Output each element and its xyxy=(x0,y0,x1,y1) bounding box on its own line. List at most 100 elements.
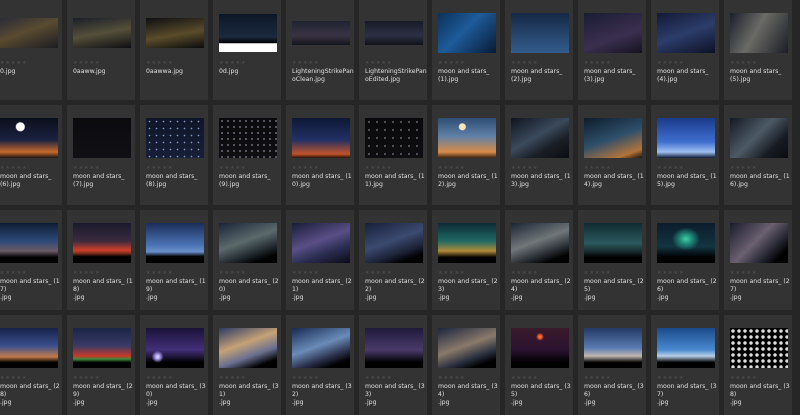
thumbnail-tile[interactable]: ★★★★★ moon and stars_ (19) .jpg xyxy=(140,210,208,310)
star-rating[interactable]: ★★★★★ xyxy=(584,375,611,381)
star-icon[interactable]: ★ xyxy=(679,165,684,171)
star-icon[interactable]: ★ xyxy=(533,270,538,276)
star-icon[interactable]: ★ xyxy=(95,270,100,276)
star-icon[interactable]: ★ xyxy=(241,165,246,171)
star-rating[interactable]: ★★★★★ xyxy=(292,165,319,171)
thumbnail-tile[interactable]: ★★★★★ moon and stars_ (8).jpg xyxy=(140,105,208,205)
thumbnail-tile[interactable]: ★★★★★ moon and stars_ (10).jpg xyxy=(286,105,354,205)
star-rating[interactable]: ★★★★★ xyxy=(219,60,246,66)
thumbnail-tile[interactable]: ★★★★★ moon and stars_ (35) .jpg xyxy=(505,315,573,415)
star-icon[interactable]: ★ xyxy=(22,270,27,276)
star-rating[interactable]: ★★★★★ xyxy=(219,270,246,276)
star-rating[interactable]: ★★★★★ xyxy=(657,165,684,171)
star-rating[interactable]: ★★★★★ xyxy=(438,270,465,276)
thumbnail-tile[interactable]: ★★★★★ moon and stars_ (17) .jpg xyxy=(0,210,62,310)
star-rating[interactable]: ★★★★★ xyxy=(511,375,538,381)
thumbnail-tile[interactable]: ★★★★★ moon and stars_ (18) .jpg xyxy=(67,210,135,310)
star-icon[interactable]: ★ xyxy=(460,165,465,171)
star-rating[interactable]: ★★★★★ xyxy=(73,60,100,66)
thumbnail-tile[interactable]: ★★★★★ moon and stars_ (15).jpg xyxy=(651,105,719,205)
star-rating[interactable]: ★★★★★ xyxy=(511,270,538,276)
star-icon[interactable]: ★ xyxy=(241,375,246,381)
star-rating[interactable]: ★★★★★ xyxy=(730,375,757,381)
star-rating[interactable]: ★★★★★ xyxy=(365,270,392,276)
star-rating[interactable]: ★★★★★ xyxy=(657,270,684,276)
star-icon[interactable]: ★ xyxy=(387,165,392,171)
star-icon[interactable]: ★ xyxy=(168,375,173,381)
thumbnail-tile[interactable]: ★★★★★ moon and stars_ (1).jpg xyxy=(432,0,500,100)
star-rating[interactable]: ★★★★★ xyxy=(657,60,684,66)
star-icon[interactable]: ★ xyxy=(679,375,684,381)
thumbnail-tile[interactable]: ★★★★★ moon and stars_ (14).jpg xyxy=(578,105,646,205)
thumbnail-tile[interactable]: ★★★★★ moon and stars_ (34) .jpg xyxy=(432,315,500,415)
star-icon[interactable]: ★ xyxy=(314,375,319,381)
thumbnail-tile[interactable]: ★★★★★ moon and stars_ (28) .jpg xyxy=(0,315,62,415)
thumbnail-tile[interactable]: ★★★★★ 0d.jpg xyxy=(213,0,281,100)
star-rating[interactable]: ★★★★★ xyxy=(438,165,465,171)
star-rating[interactable]: ★★★★★ xyxy=(0,270,27,276)
star-rating[interactable]: ★★★★★ xyxy=(0,165,27,171)
thumbnail-tile[interactable]: ★★★★★ moon and stars_ (9).jpg xyxy=(213,105,281,205)
star-icon[interactable]: ★ xyxy=(752,165,757,171)
star-rating[interactable]: ★★★★★ xyxy=(584,270,611,276)
thumbnail-tile[interactable]: ★★★★★ moon and stars_ (24) .jpg xyxy=(505,210,573,310)
thumbnail-tile[interactable]: ★★★★★ moon and stars_ (27) .jpg xyxy=(724,210,792,310)
star-icon[interactable]: ★ xyxy=(533,375,538,381)
star-rating[interactable]: ★★★★★ xyxy=(730,270,757,276)
star-icon[interactable]: ★ xyxy=(314,270,319,276)
star-rating[interactable]: ★★★★★ xyxy=(292,375,319,381)
star-rating[interactable]: ★★★★★ xyxy=(292,270,319,276)
thumbnail-tile[interactable]: ★★★★★ moon and stars_ (37) .jpg xyxy=(651,315,719,415)
star-icon[interactable]: ★ xyxy=(752,375,757,381)
star-rating[interactable]: ★★★★★ xyxy=(146,60,173,66)
thumbnail-tile[interactable]: ★★★★★ moon and stars_ (29) .jpg xyxy=(67,315,135,415)
star-rating[interactable]: ★★★★★ xyxy=(365,165,392,171)
thumbnail-tile[interactable]: ★★★★★ moon and stars_ (4).jpg xyxy=(651,0,719,100)
thumbnail-tile[interactable]: ★★★★★ moon and stars_ (12).jpg xyxy=(432,105,500,205)
star-icon[interactable]: ★ xyxy=(95,165,100,171)
thumbnail-tile[interactable]: ★★★★★ moon and stars_ (21) .jpg xyxy=(286,210,354,310)
star-icon[interactable]: ★ xyxy=(241,270,246,276)
star-rating[interactable]: ★★★★★ xyxy=(511,165,538,171)
star-icon[interactable]: ★ xyxy=(460,375,465,381)
star-rating[interactable]: ★★★★★ xyxy=(365,375,392,381)
star-icon[interactable]: ★ xyxy=(314,165,319,171)
star-icon[interactable]: ★ xyxy=(168,270,173,276)
thumbnail-tile[interactable]: ★★★★★ moon and stars_ (26) .jpg xyxy=(651,210,719,310)
star-icon[interactable]: ★ xyxy=(606,375,611,381)
star-rating[interactable]: ★★★★★ xyxy=(438,60,465,66)
star-rating[interactable]: ★★★★★ xyxy=(146,165,173,171)
star-rating[interactable]: ★★★★★ xyxy=(730,60,757,66)
thumbnail-tile[interactable]: ★★★★★ moon and stars_ (23) .jpg xyxy=(432,210,500,310)
thumbnail-tile[interactable]: ★★★★★ 0aawwa.jpg xyxy=(140,0,208,100)
star-rating[interactable]: ★★★★★ xyxy=(365,60,392,66)
thumbnail-tile[interactable]: ★★★★★ 0aaww.jpg xyxy=(67,0,135,100)
star-rating[interactable]: ★★★★★ xyxy=(146,375,173,381)
star-icon[interactable]: ★ xyxy=(168,165,173,171)
star-icon[interactable]: ★ xyxy=(533,165,538,171)
star-icon[interactable]: ★ xyxy=(95,60,100,66)
thumbnail-tile[interactable]: ★★★★★ 0.jpg xyxy=(0,0,62,100)
star-rating[interactable]: ★★★★★ xyxy=(730,165,757,171)
star-icon[interactable]: ★ xyxy=(752,270,757,276)
thumbnail-tile[interactable]: ★★★★★ moon and stars_ (11).jpg xyxy=(359,105,427,205)
star-icon[interactable]: ★ xyxy=(606,270,611,276)
thumbnail-tile[interactable]: ★★★★★ moon and stars_ (13).jpg xyxy=(505,105,573,205)
thumbnail-tile[interactable]: ★★★★★ moon and stars_ (5).jpg xyxy=(724,0,792,100)
thumbnail-tile[interactable]: ★★★★★ moon and stars_ (30) .jpg xyxy=(140,315,208,415)
star-icon[interactable]: ★ xyxy=(168,60,173,66)
star-rating[interactable]: ★★★★★ xyxy=(146,270,173,276)
star-rating[interactable]: ★★★★★ xyxy=(292,60,319,66)
star-icon[interactable]: ★ xyxy=(387,270,392,276)
star-rating[interactable]: ★★★★★ xyxy=(657,375,684,381)
star-icon[interactable]: ★ xyxy=(679,60,684,66)
thumbnail-tile[interactable]: ★★★★★ moon and stars_ (22) .jpg xyxy=(359,210,427,310)
star-rating[interactable]: ★★★★★ xyxy=(219,165,246,171)
thumbnail-tile[interactable]: ★★★★★ moon and stars_ (2).jpg xyxy=(505,0,573,100)
thumbnail-tile[interactable]: ★★★★★ moon and stars_ (31) .jpg xyxy=(213,315,281,415)
star-rating[interactable]: ★★★★★ xyxy=(73,270,100,276)
star-rating[interactable]: ★★★★★ xyxy=(73,165,100,171)
star-rating[interactable]: ★★★★★ xyxy=(0,375,27,381)
thumbnail-tile[interactable]: ★★★★★ moon and stars_ (32) .jpg xyxy=(286,315,354,415)
star-rating[interactable]: ★★★★★ xyxy=(584,165,611,171)
